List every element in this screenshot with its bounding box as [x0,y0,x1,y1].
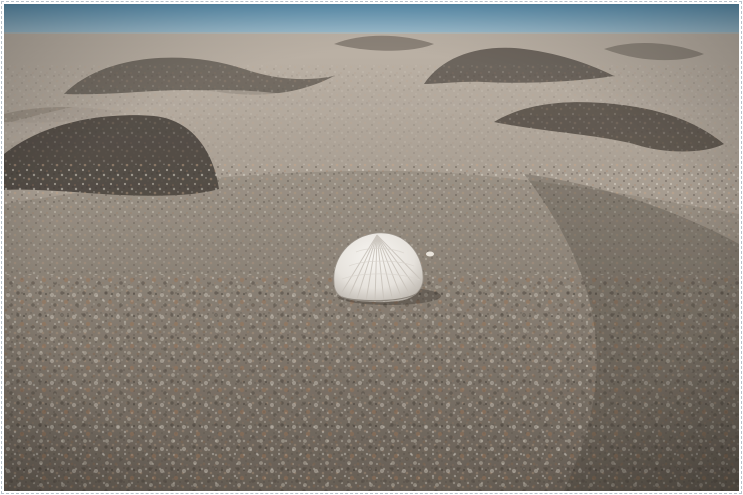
photo-frame [0,0,743,495]
beach-photo [4,4,739,491]
beach-scene [4,4,739,491]
vignette [4,4,739,491]
